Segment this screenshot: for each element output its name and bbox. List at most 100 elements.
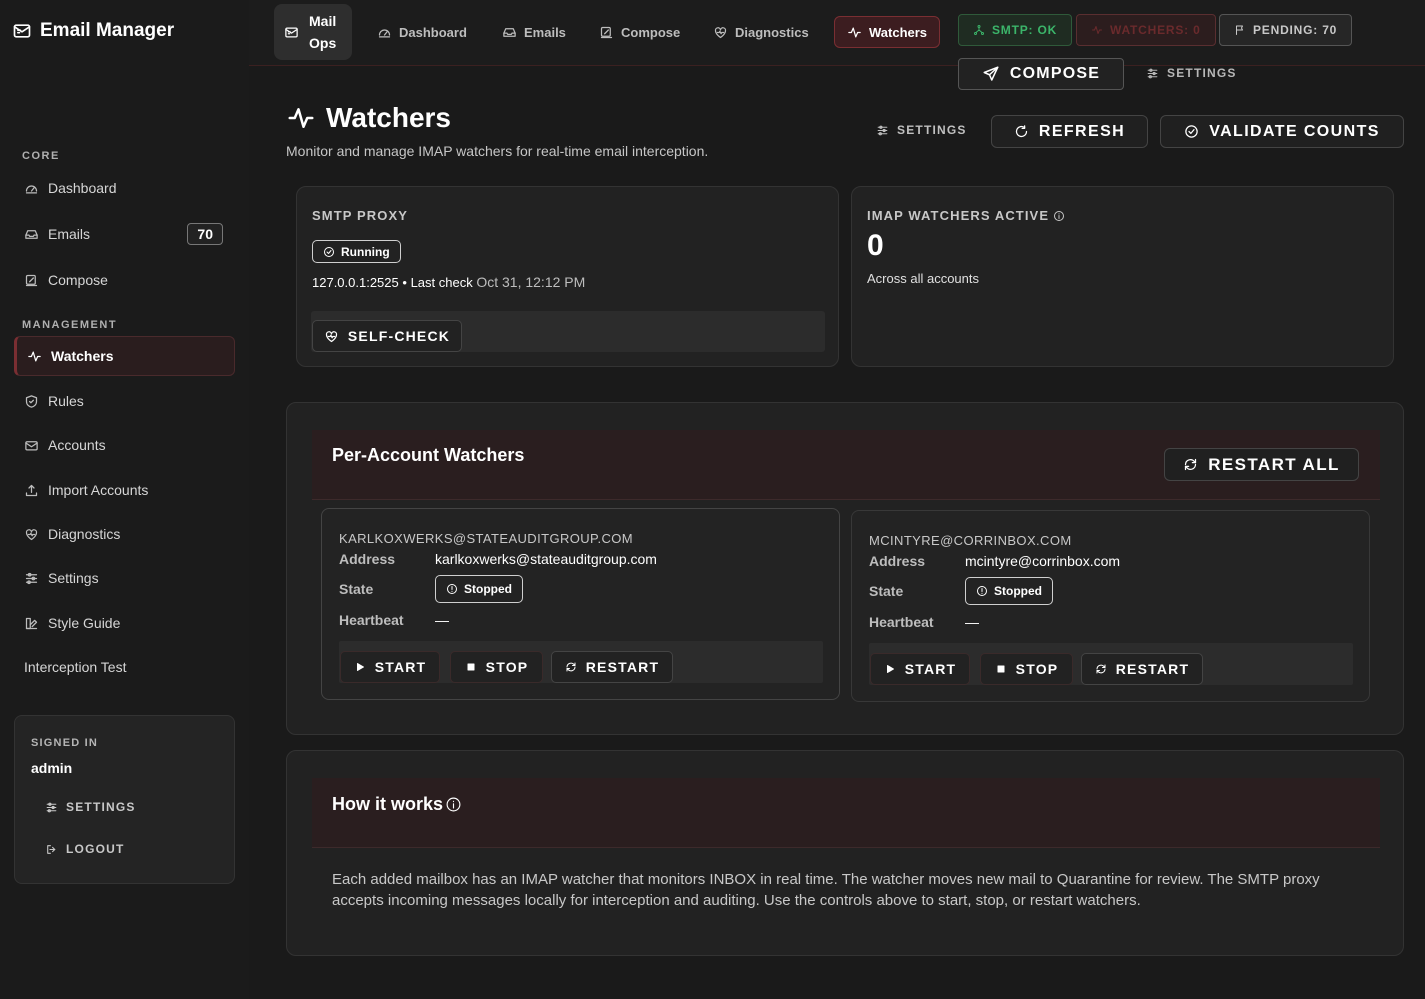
restart-button[interactable]: RESTART	[1081, 653, 1203, 685]
restart-all-button[interactable]: RESTART ALL	[1164, 448, 1359, 481]
tab-label: Emails	[524, 24, 566, 40]
info-icon[interactable]	[445, 796, 462, 813]
refresh-button[interactable]: REFRESH	[991, 115, 1148, 148]
mail-ops-home-button[interactable]: Mail Ops	[274, 4, 352, 60]
sidebar: Email Manager CORE Dashboard Emails 70 C…	[0, 0, 249, 999]
restart-label: RESTART	[585, 659, 660, 675]
user-settings-button[interactable]: SETTINGS	[45, 800, 136, 814]
mail-logo-icon	[12, 21, 32, 41]
section-label-management: MANAGEMENT	[22, 319, 118, 331]
heartbeat-value: —	[435, 612, 449, 628]
smtp-proxy-label: SMTP PROXY	[312, 208, 409, 223]
stop-button[interactable]: STOP	[980, 653, 1073, 685]
how-it-works-header: How it works	[312, 778, 1380, 848]
state-badge: Stopped	[965, 577, 1053, 605]
smtp-status-badge[interactable]: SMTP: OK	[958, 14, 1073, 46]
emails-count-badge: 70	[187, 223, 223, 245]
state-text: Stopped	[994, 584, 1042, 598]
state-badge: Stopped	[435, 575, 523, 603]
sidebar-item-label: Watchers	[51, 348, 114, 364]
sidebar-item-diagnostics[interactable]: Diagnostics	[14, 514, 235, 554]
activity-icon	[286, 103, 316, 133]
stop-label: STOP	[1015, 661, 1059, 677]
stop-icon	[995, 663, 1007, 675]
how-it-works-text: Each added mailbox has an IMAP watcher t…	[332, 871, 1320, 909]
address-label: Address	[339, 551, 396, 567]
info-icon[interactable]	[1053, 210, 1065, 222]
per-account-watchers-header: Per-Account Watchers RESTART ALL	[312, 430, 1380, 500]
pending-status-badge[interactable]: PENDING: 70	[1219, 14, 1353, 46]
logout-button[interactable]: LOGOUT	[45, 842, 125, 856]
restart-button[interactable]: RESTART	[551, 651, 673, 683]
top-settings-label: SETTINGS	[1167, 66, 1237, 80]
top-settings-button[interactable]: SETTINGS	[1146, 66, 1237, 80]
sidebar-item-compose[interactable]: Compose	[14, 260, 235, 300]
tab-diagnostics[interactable]: Diagnostics	[701, 16, 821, 48]
smtp-running-badge: Running	[312, 240, 401, 263]
check-circle-icon	[1184, 124, 1199, 139]
sidebar-item-label: Rules	[48, 393, 84, 409]
start-button[interactable]: START	[340, 651, 440, 683]
heartbeat-value: —	[965, 614, 979, 630]
check-circle-icon	[323, 246, 335, 258]
how-it-works-title: How it works	[332, 794, 462, 815]
heartbeat-label: Heartbeat	[339, 612, 404, 628]
sliders-icon	[24, 571, 39, 586]
selfcheck-toolbar: SELF-CHECK	[311, 311, 825, 352]
sidebar-item-rules[interactable]: Rules	[14, 381, 235, 421]
smtp-info-line: 127.0.0.1:2525 • Last check Oct 31, 12:1…	[312, 274, 585, 290]
shield-icon	[24, 394, 39, 409]
state-label: State	[869, 583, 904, 599]
edit-icon	[24, 273, 39, 288]
refresh-label: REFRESH	[1038, 122, 1126, 140]
start-label: START	[904, 661, 957, 677]
network-icon	[973, 24, 985, 36]
heartbeat-label: Heartbeat	[869, 614, 934, 630]
validate-counts-label: VALIDATE COUNTS	[1209, 122, 1380, 140]
settings-button[interactable]: SETTINGS	[876, 123, 967, 137]
activity-icon	[27, 349, 42, 364]
start-button[interactable]: START	[870, 653, 970, 685]
tab-watchers[interactable]: Watchers	[834, 16, 941, 48]
tab-compose[interactable]: Compose	[587, 16, 692, 48]
last-check-time: Oct 31, 12:12 PM	[476, 274, 586, 290]
restart-icon	[1095, 663, 1107, 675]
watchers-status-badge[interactable]: WATCHERS: 0	[1076, 14, 1216, 46]
compose-button[interactable]: COMPOSE	[958, 58, 1124, 90]
account-actions: START STOP RESTART	[339, 641, 823, 683]
sidebar-item-watchers[interactable]: Watchers	[14, 336, 235, 376]
sidebar-item-dashboard[interactable]: Dashboard	[14, 168, 235, 208]
smtp-status-text: SMTP: OK	[992, 23, 1058, 37]
stop-icon	[465, 661, 477, 673]
address-label: Address	[869, 553, 926, 569]
account-address: mcintyre@corrinbox.com	[965, 553, 1121, 569]
restart-icon	[1183, 457, 1198, 472]
mail-ops-line-2: Ops	[309, 35, 337, 51]
sidebar-item-style-guide[interactable]: Style Guide	[14, 603, 235, 643]
validate-counts-button[interactable]: VALIDATE COUNTS	[1160, 115, 1404, 148]
top-bar: Mail Ops Dashboard Emails Compose Diagnos…	[249, 0, 1425, 90]
stop-button[interactable]: STOP	[450, 651, 543, 683]
tab-label: Compose	[621, 24, 681, 40]
self-check-button[interactable]: SELF-CHECK	[312, 320, 462, 352]
last-check-label: Last check	[410, 275, 473, 290]
tab-dashboard[interactable]: Dashboard	[365, 16, 479, 48]
gauge-icon	[377, 25, 392, 40]
sidebar-item-import-accounts[interactable]: Import Accounts	[14, 470, 235, 510]
sidebar-item-emails[interactable]: Emails 70	[14, 214, 235, 254]
sidebar-item-accounts[interactable]: Accounts	[14, 425, 235, 465]
brand[interactable]: Email Manager	[12, 20, 174, 42]
sidebar-item-interception-test[interactable]: Interception Test	[14, 647, 235, 687]
sliders-icon	[1146, 67, 1159, 80]
mail-ops-label: Mail Ops	[309, 10, 336, 54]
mail-logo-icon	[284, 25, 299, 40]
how-it-works-panel: How it works Each added mailbox has an I…	[286, 750, 1404, 956]
tab-emails[interactable]: Emails	[490, 16, 578, 48]
tab-label: Watchers	[869, 24, 928, 40]
restart-icon	[565, 661, 577, 673]
mail-stack-icon	[24, 438, 39, 453]
account-address: karlkoxwerks@stateauditgroup.com	[435, 551, 657, 567]
sidebar-item-settings[interactable]: Settings	[14, 558, 235, 598]
compose-label: COMPOSE	[1009, 65, 1101, 82]
state-label: State	[339, 581, 374, 597]
